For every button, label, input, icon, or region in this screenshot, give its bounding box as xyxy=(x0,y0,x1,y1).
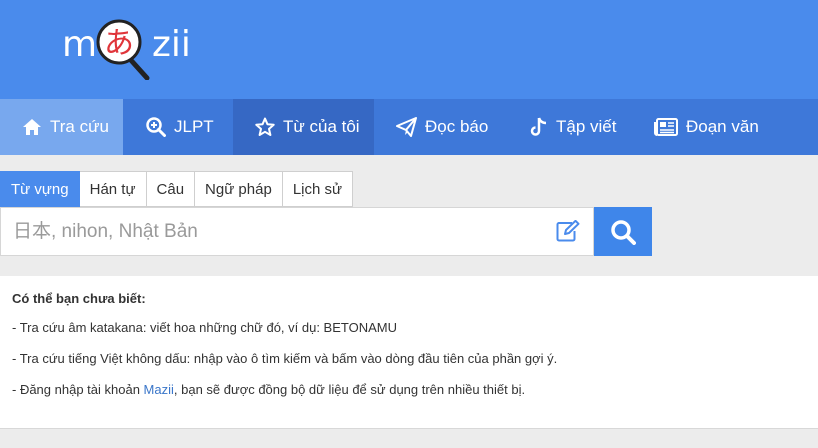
tab-cau[interactable]: Câu xyxy=(146,171,196,207)
handwriting-edit-icon[interactable] xyxy=(556,220,580,242)
tip-login: - Đăng nhập tài khoản Mazii, bạn sẽ được… xyxy=(12,382,806,397)
logo-glyph: あ xyxy=(104,26,134,61)
nav-label: Đọc báo xyxy=(425,117,489,136)
tip-katakana: - Tra cứu âm katakana: viết hoa những ch… xyxy=(12,320,397,335)
home-icon xyxy=(23,119,41,135)
main-nav: Tra cứu JLPT Từ của tôi Đọc báo Tập viết… xyxy=(0,99,818,155)
nav-jlpt[interactable]: JLPT xyxy=(123,99,233,155)
nav-tu-cua-toi[interactable]: Từ của tôi xyxy=(233,99,374,155)
mazii-logo[interactable]: m あ zii xyxy=(62,14,192,84)
nav-doan-van[interactable]: Đoạn văn xyxy=(632,99,760,155)
zoom-in-icon xyxy=(146,117,166,137)
tab-ngu-phap[interactable]: Ngữ pháp xyxy=(195,171,283,207)
nav-label: Tập viết xyxy=(556,117,617,136)
nav-label: Tra cứu xyxy=(50,117,109,136)
search-input[interactable] xyxy=(1,208,541,255)
tab-han-tu[interactable]: Hán tự xyxy=(79,171,147,207)
mazii-login-link[interactable]: Mazii xyxy=(144,382,174,397)
nav-label: Từ của tôi xyxy=(283,117,360,136)
search-box xyxy=(0,207,594,256)
tiktok-icon xyxy=(530,117,547,136)
nav-label: JLPT xyxy=(174,117,214,136)
tip-login-before: - Đăng nhập tài khoản xyxy=(12,382,144,397)
nav-doc-bao[interactable]: Đọc báo xyxy=(374,99,504,155)
header: m あ zii xyxy=(0,0,818,99)
tips-title: Có thể bạn chưa biết: xyxy=(12,291,146,306)
logo-text-left: m xyxy=(62,24,98,65)
search-icon xyxy=(611,219,636,245)
tab-lich-su[interactable]: Lịch sử xyxy=(282,171,354,207)
tips-panel: Có thể bạn chưa biết: - Tra cứu âm katak… xyxy=(0,276,818,429)
search-button[interactable] xyxy=(594,207,652,256)
star-icon xyxy=(255,117,275,136)
tab-tu-vung[interactable]: Từ vựng xyxy=(0,171,80,207)
nav-tra-cuu[interactable]: Tra cứu xyxy=(0,99,123,155)
newspaper-icon xyxy=(654,118,678,136)
tip-no-accent: - Tra cứu tiếng Việt không dấu: nhập vào… xyxy=(12,351,558,366)
magnifier-logo-icon: あ xyxy=(96,19,150,80)
search-type-tabs: Từ vựng Hán tự Câu Ngữ pháp Lịch sử xyxy=(0,171,354,207)
tip-login-after: , bạn sẽ được đồng bộ dữ liệu để sử dụng… xyxy=(173,382,526,397)
paper-plane-icon xyxy=(396,117,417,137)
nav-tap-viet[interactable]: Tập viết xyxy=(504,99,632,155)
logo-text-right: zii xyxy=(152,24,191,65)
nav-label: Đoạn văn xyxy=(686,117,759,136)
